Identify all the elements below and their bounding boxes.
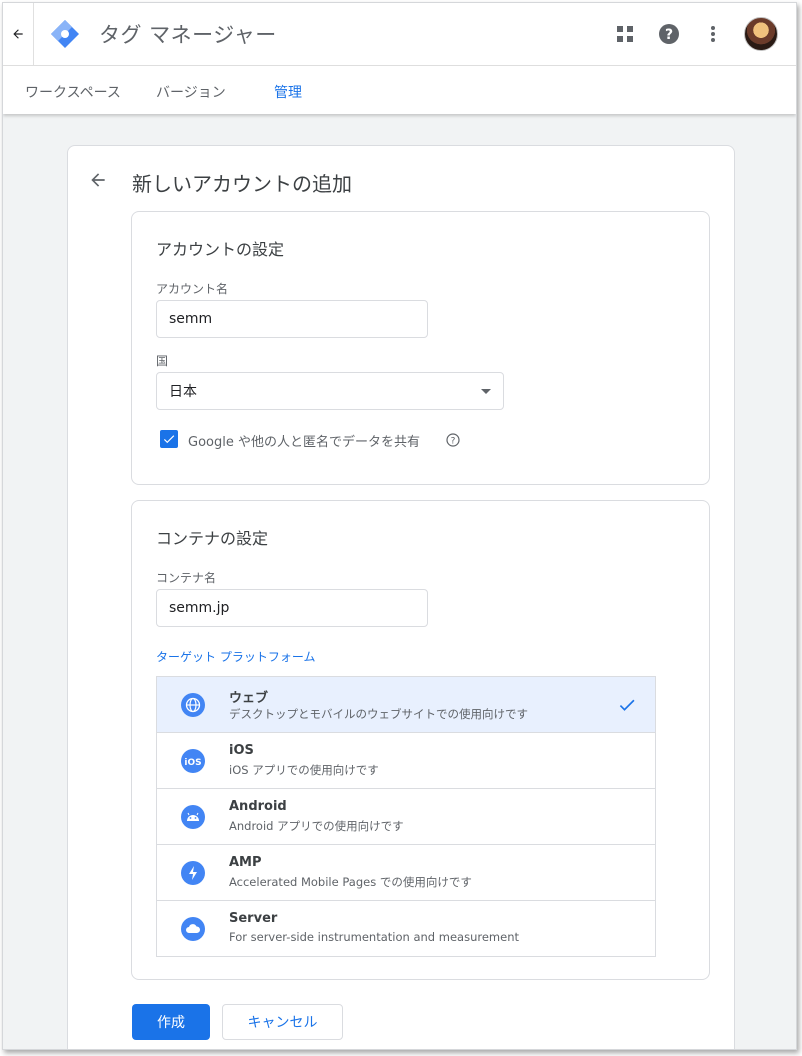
selected-check-icon <box>619 699 635 711</box>
platform-option-web[interactable]: ウェブ デスクトップとモバイルのウェブサイトでの使用向けです <box>157 677 655 733</box>
svg-text:?: ? <box>451 437 456 447</box>
platform-desc: Android アプリでの使用向けです <box>229 819 404 833</box>
platform-list: ウェブ デスクトップとモバイルのウェブサイトでの使用向けです iOS iOS i… <box>156 676 656 957</box>
platform-name: ウェブ <box>229 691 269 706</box>
tag-manager-logo-icon <box>51 20 79 48</box>
section-title: コンテナの設定 <box>156 529 269 548</box>
tab-workspace[interactable]: ワークスペース <box>25 82 121 102</box>
platform-desc: デスクトップとモバイルのウェブサイトでの使用向けです <box>229 707 528 721</box>
container-name-label: コンテナ名 <box>156 571 217 585</box>
platform-desc: Accelerated Mobile Pages での使用向けです <box>229 875 472 889</box>
section-title: アカウントの設定 <box>156 240 285 259</box>
account-name-label: アカウント名 <box>156 282 229 296</box>
add-account-card: 新しいアカウントの追加 アカウントの設定 アカウント名 semm 国 日本 Go… <box>67 145 735 1049</box>
svg-text:?: ? <box>665 27 673 43</box>
app-bar: タグ マネージャー ? <box>3 3 796 66</box>
container-settings-section: コンテナの設定 コンテナ名 semm.jp ターゲット プラットフォーム ウェブ… <box>131 500 710 980</box>
help-icon: ? <box>659 24 679 44</box>
country-select-value: 日本 <box>169 384 197 400</box>
container-name-input[interactable]: semm.jp <box>156 589 428 627</box>
ios-icon: iOS <box>181 749 205 773</box>
platform-option-android[interactable]: Android Android アプリでの使用向けです <box>157 789 655 845</box>
tab-bar: ワークスペース バージョン 管理 <box>3 66 796 114</box>
help-button[interactable]: ? <box>652 17 686 51</box>
checkmark-icon <box>163 435 175 444</box>
more-button[interactable] <box>696 17 730 51</box>
android-icon <box>181 805 205 829</box>
platform-name: iOS <box>229 743 254 758</box>
arrow-back-icon <box>13 29 23 39</box>
platform-option-ios[interactable]: iOS iOS iOS アプリでの使用向けです <box>157 733 655 789</box>
back-button[interactable] <box>3 3 34 65</box>
help-outline-icon: ? <box>446 433 460 447</box>
platform-name: AMP <box>229 855 262 870</box>
tab-admin[interactable]: 管理 <box>274 82 302 102</box>
create-button[interactable]: 作成 <box>132 1004 210 1040</box>
country-label: 国 <box>156 354 169 368</box>
target-platform-label: ターゲット プラットフォーム <box>156 650 316 664</box>
page-title: 新しいアカウントの追加 <box>132 172 352 196</box>
country-select[interactable]: 日本 <box>156 372 504 410</box>
platform-option-server[interactable]: Server For server-side instrumentation a… <box>157 901 655 956</box>
platform-desc: For server-side instrumentation and meas… <box>229 930 519 944</box>
platform-name: Server <box>229 911 278 926</box>
avatar[interactable] <box>744 17 778 51</box>
account-settings-section: アカウントの設定 アカウント名 semm 国 日本 Google や他の人と匿名… <box>131 211 710 485</box>
platform-option-amp[interactable]: AMP Accelerated Mobile Pages での使用向けです <box>157 845 655 901</box>
share-help-button[interactable]: ? <box>446 432 460 451</box>
platform-desc: iOS アプリでの使用向けです <box>229 763 379 777</box>
dropdown-caret-icon <box>481 389 491 394</box>
cancel-button[interactable]: キャンセル <box>222 1004 343 1040</box>
card-back-button[interactable] <box>88 170 108 194</box>
more-vert-icon <box>711 26 715 42</box>
share-data-label: Google や他の人と匿名でデータを共有 <box>188 435 420 450</box>
svg-text:iOS: iOS <box>184 758 201 767</box>
platform-name: Android <box>229 799 287 814</box>
app-title: タグ マネージャー <box>99 23 277 47</box>
apps-grid-icon <box>617 26 633 42</box>
app-window: タグ マネージャー ? ワークスペース バージョン 管理 新しいアカウントの追加… <box>2 2 797 1050</box>
top-actions: ? <box>598 17 778 51</box>
globe-icon <box>181 693 205 717</box>
apps-button[interactable] <box>608 17 642 51</box>
arrow-back-icon <box>91 173 105 187</box>
tab-versions[interactable]: バージョン <box>156 82 226 102</box>
share-data-checkbox[interactable] <box>160 430 178 448</box>
account-name-input[interactable]: semm <box>156 300 428 338</box>
bolt-icon <box>181 861 205 885</box>
cloud-icon <box>181 917 205 941</box>
